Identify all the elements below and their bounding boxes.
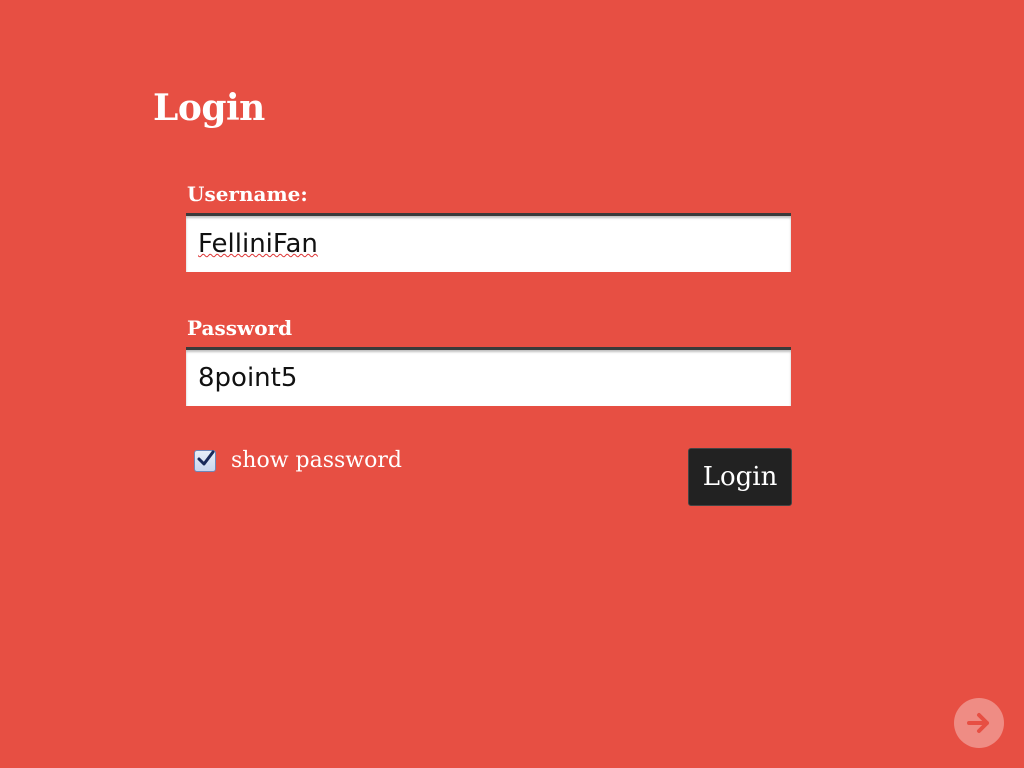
- page-title: Login: [153, 87, 265, 129]
- show-password-checkbox[interactable]: [194, 450, 216, 472]
- show-password-label[interactable]: show password: [231, 447, 402, 475]
- arrow-right-icon: [967, 713, 989, 733]
- password-label: Password: [187, 316, 293, 340]
- username-label: Username:: [187, 182, 308, 206]
- checkmark-icon: [197, 450, 215, 466]
- next-button[interactable]: [954, 698, 1004, 748]
- username-field[interactable]: [186, 213, 791, 272]
- login-button[interactable]: Login: [688, 448, 792, 506]
- password-field[interactable]: [186, 347, 791, 406]
